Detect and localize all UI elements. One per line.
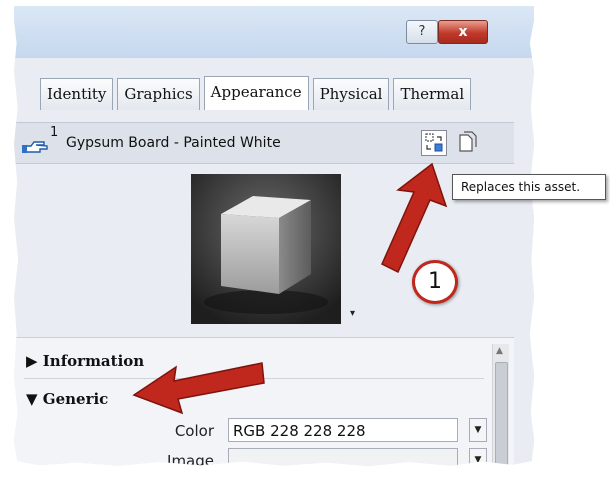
duplicate-asset-icon[interactable]: [458, 131, 478, 153]
collapse-triangle-icon: ▼: [26, 390, 38, 408]
color-dropdown-button[interactable]: ▼: [469, 418, 487, 442]
annotation-arrow-generic: [132, 362, 265, 415]
tab-identity[interactable]: Identity: [40, 78, 114, 110]
preview-options-dropdown[interactable]: ▾: [350, 308, 355, 319]
section-information[interactable]: ▶ Information: [26, 352, 144, 370]
scroll-up-icon[interactable]: ▲: [496, 346, 503, 356]
scroll-thumb[interactable]: [495, 362, 508, 467]
properties-scrollbar[interactable]: ▲: [492, 344, 509, 467]
tab-graphics[interactable]: Graphics: [117, 78, 200, 110]
hand-icon: [22, 141, 48, 153]
expand-triangle-icon: ▶: [26, 352, 38, 370]
asset-header: 1 Gypsum Board - Painted White: [14, 122, 514, 164]
dialog-screenshot: ? x Identity Graphics Appearance Physica…: [14, 6, 534, 468]
color-field[interactable]: RGB 228 228 228: [228, 418, 458, 442]
asset-users-count: 1: [50, 125, 59, 140]
section-generic-label: Generic: [42, 390, 109, 408]
callout-number-badge: 1: [412, 260, 458, 304]
appearance-preview-image[interactable]: [191, 174, 341, 324]
tab-physical[interactable]: Physical: [312, 78, 390, 110]
replace-asset-icon[interactable]: [421, 130, 447, 156]
image-dropdown-button[interactable]: ▼: [469, 448, 487, 467]
color-label: Color: [174, 422, 214, 440]
asset-name: Gypsum Board - Painted White: [66, 135, 281, 151]
replace-asset-tooltip: Replaces this asset.: [452, 174, 606, 200]
tab-thermal[interactable]: Thermal: [393, 78, 472, 110]
help-button[interactable]: ?: [406, 20, 438, 44]
image-label: Image: [167, 452, 214, 468]
close-button[interactable]: x: [438, 20, 488, 44]
tab-bar: Identity Graphics Appearance Physical Th…: [40, 76, 472, 110]
title-bar: ? x: [14, 6, 534, 58]
tab-appearance[interactable]: Appearance: [203, 76, 309, 110]
material-browser-panel: Identity Graphics Appearance Physical Th…: [14, 58, 534, 468]
image-field[interactable]: [228, 448, 458, 467]
section-generic[interactable]: ▼ Generic: [26, 390, 108, 408]
